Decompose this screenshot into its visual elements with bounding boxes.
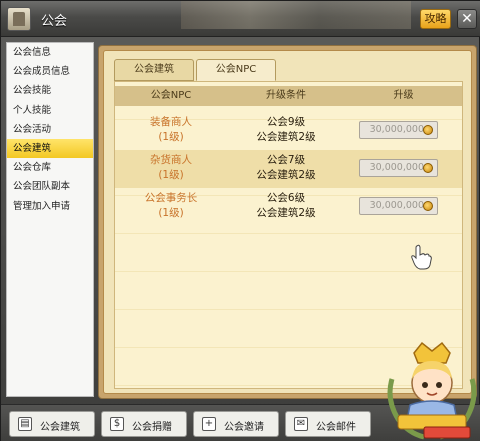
coin-icon [423, 163, 433, 173]
npc-name: 装备商人 [150, 116, 192, 128]
plus-icon: + [202, 417, 216, 431]
header-npc: 公会NPC [150, 90, 192, 101]
upgrade-button[interactable]: 30,000,000 [359, 121, 438, 139]
sidebar-item-guild-activities[interactable]: 公会活动 [7, 120, 93, 139]
mail-icon: ✉ [294, 417, 308, 431]
upgrade-button[interactable]: 30,000,000 [359, 159, 438, 177]
npc-level: (1级) [158, 131, 184, 143]
coin-icon [423, 125, 433, 135]
mascot-logo [387, 341, 477, 440]
sidebar-item-guild-buildings[interactable]: 公会建筑 [7, 138, 93, 159]
sidebar-item-guild-skills[interactable]: 公会技能 [7, 81, 93, 100]
upgrade-button[interactable]: 30,000,000 [359, 197, 438, 215]
title-bar[interactable]: 公会 攻略 ✕ [1, 1, 480, 37]
upgrade-cost: 30,000,000 [369, 162, 424, 173]
npc-level: (1级) [158, 169, 184, 181]
npc-name-cell: 装备商人 (1级) [115, 115, 227, 145]
sidebar-item-guild-storage[interactable]: 公会仓库 [7, 158, 93, 177]
guide-button[interactable]: 攻略 [420, 9, 451, 29]
condition-building-level: 公会建筑2级 [256, 207, 316, 219]
guild-invite-button[interactable]: + 公会邀请 [193, 411, 279, 437]
condition-building-level: 公会建筑2级 [256, 169, 316, 181]
sidebar-item-guild-info[interactable]: 公会信息 [7, 43, 93, 62]
table-header: 公会NPC 升级条件 升级 [115, 86, 462, 106]
table-row: 公会事务长 (1级) 公会6级 公会建筑2级 30,000,000 [115, 188, 462, 226]
close-button[interactable]: ✕ [457, 9, 477, 29]
donate-icon: $ [110, 417, 124, 431]
guild-castle-icon [7, 7, 31, 31]
condition-cell: 公会7级 公会建筑2级 [227, 153, 345, 183]
npc-name: 杂货商人 [150, 154, 192, 166]
sidebar-menu: 公会信息 公会成员信息 公会技能 个人技能 公会活动 公会建筑 公会仓库 公会团… [6, 42, 94, 397]
guild-building-label: 公会建筑 [40, 422, 80, 433]
sidebar-item-personal-skills[interactable]: 个人技能 [7, 101, 93, 120]
upgrade-cost: 30,000,000 [369, 124, 424, 135]
header-upgrade: 升级 [393, 90, 414, 101]
condition-guild-level: 公会7级 [266, 154, 306, 166]
sidebar-item-guild-raid[interactable]: 公会团队副本 [7, 177, 93, 196]
npc-name: 公会事务长 [144, 192, 198, 204]
condition-building-level: 公会建筑2级 [256, 131, 316, 143]
guild-donate-button[interactable]: $ 公会捐赠 [101, 411, 187, 437]
npc-level: (1级) [158, 207, 184, 219]
table-row: 装备商人 (1级) 公会9级 公会建筑2级 30,000,000 [115, 112, 462, 150]
tab-guild-buildings[interactable]: 公会建筑 [114, 59, 194, 81]
building-icon: ▤ [18, 417, 32, 431]
sidebar-item-join-requests[interactable]: 管理加入申请 [7, 197, 93, 216]
npc-name-cell: 杂货商人 (1级) [115, 153, 227, 183]
npc-name-cell: 公会事务长 (1级) [115, 191, 227, 221]
condition-guild-level: 公会9级 [266, 116, 306, 128]
guild-mail-label: 公会邮件 [316, 422, 356, 433]
header-condition: 升级条件 [266, 90, 306, 101]
guild-donate-label: 公会捐赠 [132, 422, 172, 433]
hand-cursor-icon [411, 244, 432, 270]
condition-cell: 公会6级 公会建筑2级 [227, 191, 345, 221]
guild-window: 公会 攻略 ✕ 公会信息 公会成员信息 公会技能 个人技能 公会活动 公会建筑 … [0, 0, 480, 441]
condition-guild-level: 公会6级 [266, 192, 306, 204]
table-row: 杂货商人 (1级) 公会7级 公会建筑2级 30,000,000 [115, 150, 462, 188]
condition-cell: 公会9级 公会建筑2级 [227, 115, 345, 145]
upgrade-cost: 30,000,000 [369, 200, 424, 211]
tab-guild-npc[interactable]: 公会NPC [196, 59, 276, 81]
coin-icon [423, 201, 433, 211]
window-title: 公会 [41, 14, 68, 29]
title-decoration [181, 1, 411, 29]
guild-mail-button[interactable]: ✉ 公会邮件 [285, 411, 371, 437]
guild-building-button[interactable]: ▤ 公会建筑 [9, 411, 95, 437]
sidebar-item-member-info[interactable]: 公会成员信息 [7, 62, 93, 81]
guild-invite-label: 公会邀请 [224, 422, 264, 433]
